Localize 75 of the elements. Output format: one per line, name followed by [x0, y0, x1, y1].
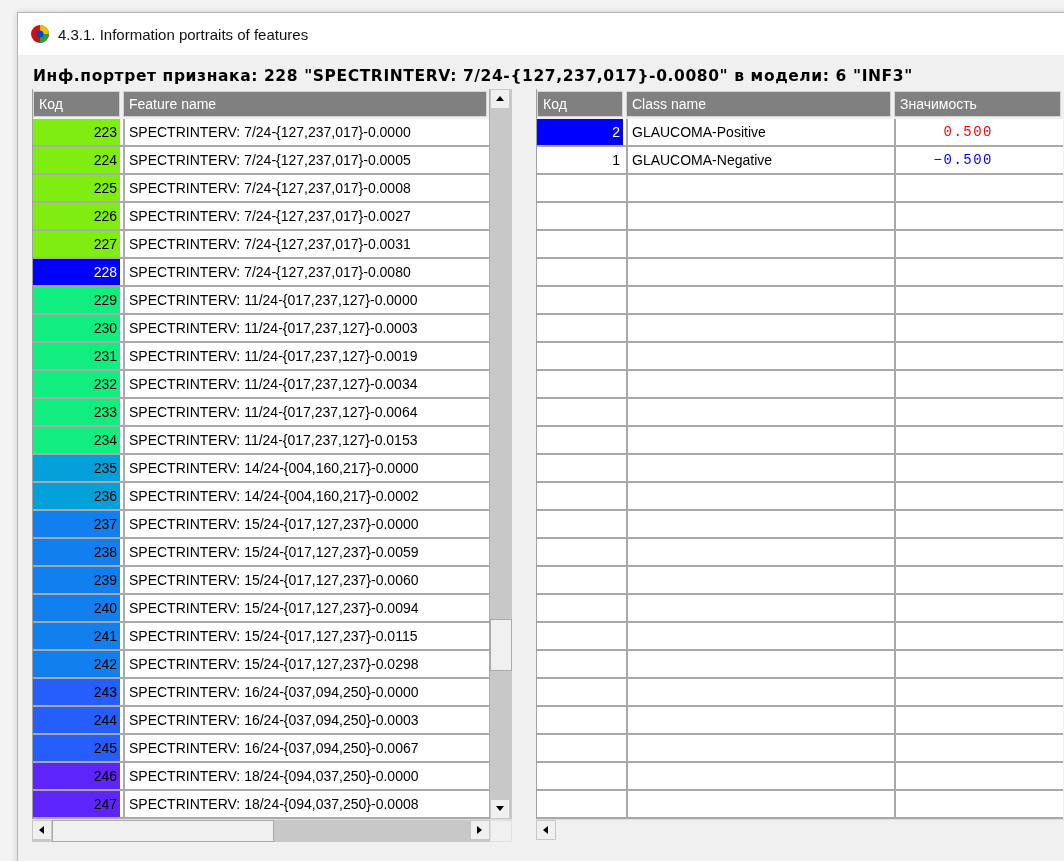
feature-name-cell[interactable]: SPECTRINTERV: 18/24-{094,037,250}-0.0008 [123, 791, 487, 817]
portrait-heading: Инф.портрет признака: 228 "SPECTRINTERV: 7/24-{127,237,017}-0.0080" в модели: 6 "INF3" [33, 67, 914, 87]
feature-name-cell[interactable]: SPECTRINTERV: 11/24-{017,237,127}-0.0019 [123, 343, 487, 369]
code-cell[interactable]: 226 [33, 203, 120, 229]
app-logo-icon [30, 24, 50, 44]
code-cell[interactable]: 234 [33, 427, 120, 453]
scroll-right-button[interactable] [470, 820, 490, 840]
feature-name-cell[interactable]: SPECTRINTERV: 16/24-{037,094,250}-0.0000 [123, 679, 487, 705]
code-cell[interactable]: 225 [33, 175, 120, 201]
code-cell[interactable]: 239 [33, 567, 120, 593]
code-cell[interactable]: 223 [33, 119, 120, 145]
feature-name-cell[interactable]: SPECTRINTERV: 7/24-{127,237,017}-0.0031 [123, 231, 487, 257]
feature-name-cell[interactable]: SPECTRINTERV: 11/24-{017,237,127}-0.0064 [123, 399, 487, 425]
code-cell[interactable]: 241 [33, 623, 120, 649]
code-cell[interactable]: 245 [33, 735, 120, 761]
feature-name-cell[interactable]: SPECTRINTERV: 7/24-{127,237,017}-0.0027 [123, 203, 487, 229]
feature-name-cell[interactable]: SPECTRINTERV: 11/24-{017,237,127}-0.0000 [123, 287, 487, 313]
code-cell[interactable]: 236 [33, 483, 120, 509]
scrollbar-thumb[interactable] [52, 820, 274, 842]
feature-name-cell[interactable]: SPECTRINTERV: 14/24-{004,160,217}-0.0000 [123, 455, 487, 481]
column-header[interactable]: Feature name [123, 91, 487, 117]
feature-name-cell[interactable]: SPECTRINTERV: 7/24-{127,237,017}-0.0000 [123, 119, 487, 145]
code-cell[interactable]: 240 [33, 595, 120, 621]
feature-name-cell[interactable]: SPECTRINTERV: 11/24-{017,237,127}-0.0153 [123, 427, 487, 453]
code-cell[interactable]: 224 [33, 147, 120, 173]
code-cell[interactable]: 237 [33, 511, 120, 537]
column-header[interactable]: Код [537, 91, 623, 117]
scroll-left-button[interactable] [536, 820, 556, 840]
feature-name-cell[interactable]: SPECTRINTERV: 15/24-{017,127,237}-0.0094 [123, 595, 487, 621]
scroll-left-icon [541, 825, 551, 835]
column-header[interactable]: Class name [626, 91, 891, 117]
code-cell[interactable]: 232 [33, 371, 120, 397]
feature-name-cell[interactable]: SPECTRINTERV: 7/24-{127,237,017}-0.0005 [123, 147, 487, 173]
feature-name-cell[interactable]: SPECTRINTERV: 7/24-{127,237,017}-0.0008 [123, 175, 487, 201]
scroll-up-button[interactable] [490, 89, 510, 109]
class-name-cell[interactable]: GLAUCOMA-Negative [626, 147, 891, 173]
feature-name-cell[interactable]: SPECTRINTERV: 15/24-{017,127,237}-0.0060 [123, 567, 487, 593]
column-header[interactable]: Код [33, 91, 120, 117]
feature-name-cell[interactable]: SPECTRINTERV: 16/24-{037,094,250}-0.0067 [123, 735, 487, 761]
horizontal-scrollbar[interactable] [536, 819, 1064, 842]
code-cell[interactable]: 231 [33, 343, 120, 369]
code-cell[interactable]: 233 [33, 399, 120, 425]
significance-cell: −0.500 [894, 147, 1061, 173]
feature-name-cell[interactable]: SPECTRINTERV: 11/24-{017,237,127}-0.0034 [123, 371, 487, 397]
feature-name-cell[interactable]: SPECTRINTERV: 15/24-{017,127,237}-0.0000 [123, 511, 487, 537]
feature-name-cell[interactable]: SPECTRINTERV: 15/24-{017,127,237}-0.0115 [123, 623, 487, 649]
code-cell[interactable]: 242 [33, 651, 120, 677]
window-title: 4.3.1. Information portraits of features [58, 25, 309, 43]
class-name-cell[interactable]: GLAUCOMA-Positive [626, 119, 891, 145]
code-cell[interactable]: 244 [33, 707, 120, 733]
code-cell[interactable]: 2 [537, 119, 623, 145]
feature-name-cell[interactable]: SPECTRINTERV: 16/24-{037,094,250}-0.0003 [123, 707, 487, 733]
code-cell[interactable]: 227 [33, 231, 120, 257]
column-header[interactable]: Значимость [894, 91, 1061, 117]
code-cell[interactable]: 235 [33, 455, 120, 481]
code-cell[interactable]: 228 [33, 259, 120, 285]
feature-name-cell[interactable]: SPECTRINTERV: 11/24-{017,237,127}-0.0003 [123, 315, 487, 341]
feature-name-cell[interactable]: SPECTRINTERV: 18/24-{094,037,250}-0.0000 [123, 763, 487, 789]
code-cell[interactable]: 230 [33, 315, 120, 341]
feature-name-cell[interactable]: SPECTRINTERV: 15/24-{017,127,237}-0.0298 [123, 651, 487, 677]
feature-name-cell[interactable]: SPECTRINTERV: 14/24-{004,160,217}-0.0002 [123, 483, 487, 509]
vertical-scrollbar[interactable] [489, 89, 512, 819]
code-cell[interactable]: 238 [33, 539, 120, 565]
feature-name-cell[interactable]: SPECTRINTERV: 15/24-{017,127,237}-0.0059 [123, 539, 487, 565]
feature-name-cell[interactable]: SPECTRINTERV: 7/24-{127,237,017}-0.0080 [123, 259, 487, 285]
code-cell[interactable]: 243 [33, 679, 120, 705]
scroll-left-icon [37, 825, 47, 835]
code-cell[interactable]: 229 [33, 287, 120, 313]
scroll-up-icon [495, 94, 505, 104]
scrollbar-corner [490, 820, 512, 842]
scroll-down-button[interactable] [490, 799, 510, 819]
scrollbar-thumb[interactable] [490, 619, 512, 671]
scroll-left-button[interactable] [32, 820, 52, 840]
significance-cell: 0.500 [894, 119, 1061, 145]
horizontal-scrollbar[interactable] [32, 819, 512, 842]
